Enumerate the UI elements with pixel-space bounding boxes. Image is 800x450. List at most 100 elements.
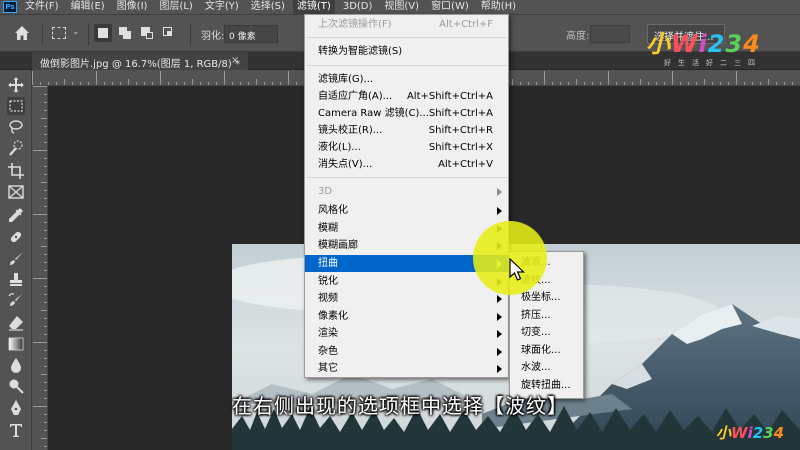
history-brush-tool-icon[interactable]: [7, 292, 25, 310]
ruler-tick: [41, 246, 47, 247]
options-separator: [190, 23, 191, 45]
ruler-tick: [200, 82, 201, 85]
ruler-tick: [648, 82, 649, 85]
menu-bar: Ps 文件(F) 编辑(E) 图像(I) 图层(L) 文字(Y) 选择(S) 滤…: [0, 0, 800, 14]
home-icon[interactable]: [12, 23, 32, 43]
quick-selection-tool-icon[interactable]: [7, 139, 25, 157]
options-separator: [88, 23, 89, 45]
filter-lens-correction-item[interactable]: 镜头校正(R)... Shift+Ctrl+R: [305, 122, 508, 139]
mouse-pointer-icon: [509, 257, 525, 282]
filter-noise-item[interactable]: 杂色: [305, 343, 508, 360]
feather-input[interactable]: 0 像素: [224, 25, 278, 43]
rect-marquee-tool-icon[interactable]: [7, 97, 25, 115]
menu-window[interactable]: 窗口(W): [427, 0, 473, 14]
photoshop-logo[interactable]: Ps: [3, 1, 17, 13]
ruler-tick: [576, 79, 577, 85]
frame-tool-icon[interactable]: [7, 183, 25, 201]
distort-spherize-item[interactable]: 球面化...: [510, 342, 583, 360]
ruler-tick: [224, 71, 225, 85]
ruler-tick: [656, 82, 657, 85]
filter-gallery-item[interactable]: 滤镜库(G)...: [305, 71, 508, 88]
distort-pinch-item[interactable]: 挤压...: [510, 307, 583, 325]
ruler-tick: [704, 79, 705, 85]
brush-tool-icon[interactable]: [7, 250, 25, 268]
rect-marquee-preset-icon[interactable]: [50, 24, 70, 44]
ruler-tick: [44, 102, 47, 103]
filter-other-item[interactable]: 其它: [305, 360, 508, 377]
filter-menu-dropdown: 上次滤镜操作(F) Alt+Ctrl+F 转换为智能滤镜(S) 滤镜库(G)..…: [304, 14, 509, 378]
filter-vanishing-point-item[interactable]: 消失点(V)... Alt+Ctrl+V: [305, 156, 508, 173]
crop-tool-icon[interactable]: [7, 162, 25, 180]
filter-camera-raw-item[interactable]: Camera Raw 滤镜(C)... Shift+Ctrl+A: [305, 105, 508, 122]
menu-view[interactable]: 视图(V): [380, 0, 423, 14]
ruler-tick: [792, 82, 793, 85]
ruler-tick: [752, 82, 753, 85]
healing-brush-tool-icon[interactable]: [7, 228, 25, 246]
menu-item-label: 转换为智能滤镜(S): [318, 46, 403, 57]
clone-stamp-tool-icon[interactable]: [7, 271, 25, 289]
ruler-tick: [44, 166, 47, 167]
filter-blur-item[interactable]: 模糊: [305, 220, 508, 237]
distort-zigzag-item[interactable]: 水波...: [510, 359, 583, 377]
distort-shear-item[interactable]: 切变...: [510, 324, 583, 342]
filter-last-filter-item[interactable]: 上次滤镜操作(F) Alt+Ctrl+F: [305, 16, 508, 33]
add-to-selection-button[interactable]: [116, 24, 134, 42]
filter-liquify-item[interactable]: 液化(L)... Shift+Ctrl+X: [305, 139, 508, 156]
filter-convert-smart-filters-item[interactable]: 转换为智能滤镜(S): [305, 43, 508, 60]
filter-blur-gallery-item[interactable]: 模糊画廊: [305, 237, 508, 254]
ruler-tick: [664, 82, 665, 85]
gradient-tool-icon[interactable]: [7, 335, 25, 353]
filter-distort-item[interactable]: 扭曲: [305, 255, 508, 272]
filter-video-item[interactable]: 视频: [305, 290, 508, 307]
distort-polar-coordinates-item[interactable]: 极坐标...: [510, 289, 583, 307]
filter-sharpen-item[interactable]: 锐化: [305, 273, 508, 290]
document-tab[interactable]: 做倒影图片.jpg @ 16.7%(图层 1, RGB/8) *: [32, 52, 248, 70]
ruler-tick: [632, 82, 633, 85]
menu-item-shortcut: Shift+Ctrl+R: [428, 125, 493, 136]
chevron-down-icon[interactable]: ⌄: [72, 27, 82, 47]
filter-render-item[interactable]: 渲染: [305, 325, 508, 342]
submenu-arrow-icon: [497, 365, 502, 373]
subtract-from-selection-button[interactable]: [138, 24, 156, 42]
ruler-tick: [592, 82, 593, 85]
menu-filter[interactable]: 滤镜(T): [292, 0, 335, 14]
height-input[interactable]: [590, 25, 630, 43]
type-tool-icon[interactable]: [7, 421, 25, 439]
blur-tool-icon[interactable]: [7, 356, 25, 374]
ruler-tick: [41, 438, 47, 439]
eraser-tool-icon[interactable]: [7, 314, 25, 332]
move-tool-icon[interactable]: [7, 76, 25, 94]
ruler-tick: [784, 82, 785, 85]
filter-pixelate-item[interactable]: 像素化: [305, 308, 508, 325]
watermark-slogan: 好生活好二三四: [664, 59, 762, 67]
menu-image[interactable]: 图像(I): [113, 0, 152, 14]
filter-3d-item[interactable]: 3D: [305, 183, 508, 200]
menu-file[interactable]: 文件(F): [21, 0, 63, 14]
ruler-tick: [248, 82, 249, 85]
menu-item-label: 视频: [318, 293, 338, 304]
eyedropper-tool-icon[interactable]: [7, 206, 25, 224]
filter-stylize-item[interactable]: 风格化: [305, 202, 508, 219]
close-icon[interactable]: ×: [231, 55, 239, 66]
menu-edit[interactable]: 编辑(E): [67, 0, 109, 14]
ruler-tick: [296, 82, 297, 85]
ruler-tick: [152, 82, 153, 85]
ruler-tick: [744, 82, 745, 85]
ruler-tick: [44, 190, 47, 191]
ruler-tick: [44, 366, 47, 367]
ruler-tick: [44, 326, 47, 327]
intersect-selection-button[interactable]: [160, 24, 178, 42]
ruler-tick: [96, 71, 97, 85]
ruler-tick: [272, 82, 273, 85]
ruler-tick: [672, 71, 673, 85]
filter-adaptive-wide-angle-item[interactable]: 自适应广角(A)... Alt+Shift+Ctrl+A: [305, 88, 508, 105]
menu-select[interactable]: 选择(S): [247, 0, 289, 14]
ruler-tick: [41, 182, 47, 183]
menu-3d[interactable]: 3D(D): [339, 0, 377, 14]
menu-help[interactable]: 帮助(H): [477, 0, 520, 14]
new-selection-button[interactable]: [94, 24, 112, 42]
menu-type[interactable]: 文字(Y): [201, 0, 243, 14]
lasso-tool-icon[interactable]: [7, 118, 25, 136]
menu-layer[interactable]: 图层(L): [155, 0, 196, 14]
ruler-tick: [41, 374, 47, 375]
